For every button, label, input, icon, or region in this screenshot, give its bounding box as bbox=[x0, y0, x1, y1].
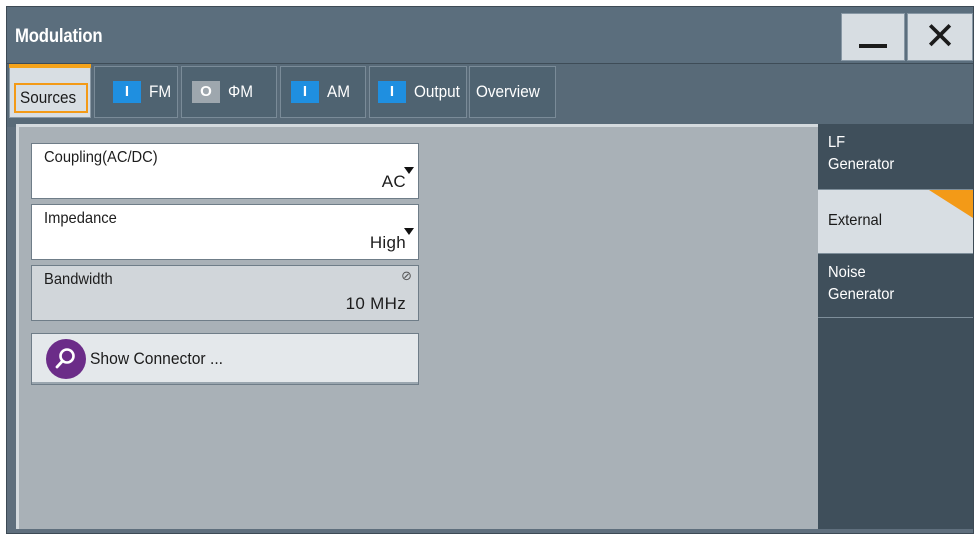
side-item-external[interactable]: External bbox=[818, 190, 973, 254]
bandwidth-label: Bandwidth bbox=[44, 271, 113, 288]
tab-bar: Sources I FM O ΦM I AM I Output Overview bbox=[7, 63, 973, 127]
coupling-label: Coupling(AC/DC) bbox=[44, 149, 158, 166]
minimize-button[interactable] bbox=[841, 13, 905, 61]
side-item-noise-generator[interactable]: Noise Generator bbox=[818, 254, 973, 318]
tab-sources[interactable]: Sources bbox=[9, 64, 91, 118]
state-on-indicator: I bbox=[113, 81, 141, 103]
side-item-label: Generator bbox=[828, 286, 895, 303]
state-on-indicator: I bbox=[378, 81, 406, 103]
side-item-label: Noise bbox=[828, 264, 866, 281]
tab-overview[interactable]: Overview bbox=[469, 66, 556, 118]
show-connector-button[interactable]: Show Connector ... bbox=[31, 333, 419, 385]
source-side-nav: LF Generator External Noise Generator bbox=[818, 124, 973, 529]
close-button[interactable]: ✕ bbox=[907, 13, 973, 61]
not-editable-icon: ⊘ bbox=[401, 268, 412, 283]
bandwidth-value: 10 MHz bbox=[345, 294, 406, 313]
tab-label: Sources bbox=[19, 88, 76, 107]
modulation-dialog: Modulation ✕ Sources I FM O ΦM I AM I Ou… bbox=[6, 6, 974, 534]
coupling-dropdown[interactable]: Coupling(AC/DC) AC bbox=[31, 143, 419, 199]
tab-am[interactable]: I AM bbox=[280, 66, 366, 118]
state-on-indicator: I bbox=[291, 81, 319, 103]
impedance-dropdown[interactable]: Impedance High bbox=[31, 204, 419, 260]
side-item-label: Generator bbox=[828, 156, 895, 173]
search-icon bbox=[46, 339, 86, 379]
tab-label: FM bbox=[149, 82, 172, 101]
close-icon: ✕ bbox=[924, 16, 956, 58]
tab-fm[interactable]: I FM bbox=[94, 66, 178, 118]
tab-label: Output bbox=[414, 82, 460, 101]
side-item-label: LF bbox=[828, 134, 846, 151]
tab-label: AM bbox=[327, 82, 350, 101]
tab-phim[interactable]: O ΦM bbox=[181, 66, 277, 118]
show-connector-label: Show Connector ... bbox=[90, 349, 224, 368]
tab-focus-frame: Sources bbox=[14, 83, 88, 113]
tab-label: ΦM bbox=[228, 82, 253, 101]
impedance-value: High bbox=[369, 233, 406, 252]
title-bar: Modulation ✕ bbox=[7, 7, 973, 63]
impedance-label: Impedance bbox=[44, 210, 117, 227]
tab-label: Overview bbox=[476, 82, 540, 101]
sources-panel: Coupling(AC/DC) AC Impedance High Bandwi… bbox=[16, 124, 818, 529]
dialog-title: Modulation bbox=[15, 26, 103, 47]
side-item-label: External bbox=[828, 212, 883, 229]
state-off-indicator: O bbox=[192, 81, 220, 103]
minimize-icon bbox=[859, 44, 887, 48]
coupling-value: AC bbox=[381, 172, 406, 191]
bandwidth-field: Bandwidth ⊘ 10 MHz bbox=[31, 265, 419, 321]
tab-output[interactable]: I Output bbox=[369, 66, 467, 118]
side-item-lf-generator[interactable]: LF Generator bbox=[818, 124, 973, 190]
